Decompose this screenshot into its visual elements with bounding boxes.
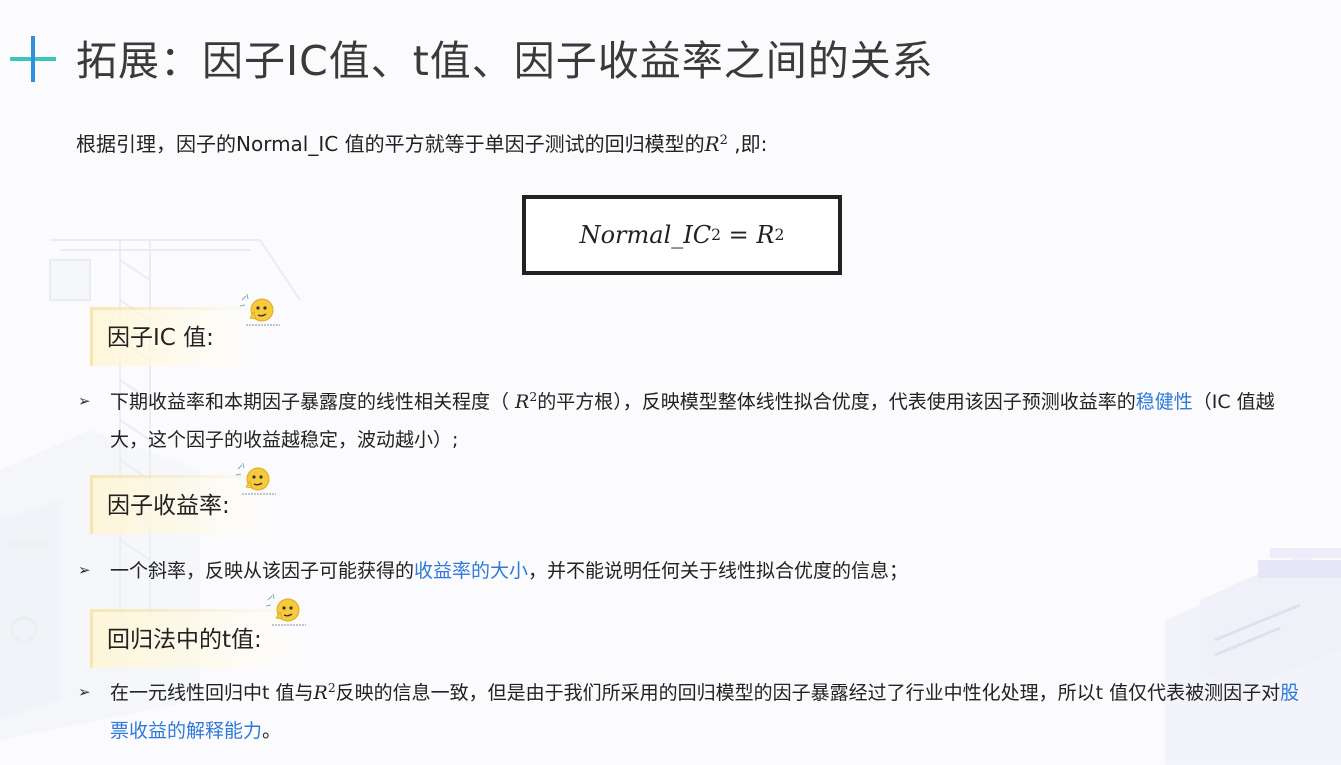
bullet-arrow-1: ➢	[78, 392, 91, 410]
bullet-text-part: 下期收益率和本期因子暴露度的线性相关程度（	[110, 391, 516, 413]
bullet-arrow-3: ➢	[78, 683, 91, 701]
formula-lhs: Normal_IC	[579, 221, 712, 249]
formula-equals: =	[721, 221, 757, 249]
bullet-text-part: 一个斜率，反映从该因子可能获得的	[110, 560, 415, 582]
bullet-text-part: 在一元线性回归中t 值与	[110, 682, 314, 704]
formula-box: Normal_IC 2 = R2	[522, 195, 842, 275]
r-symbol: R	[515, 391, 530, 413]
bullet-text-part: ，并不能说明任何关于线性拟合优度的信息；	[528, 560, 909, 582]
bullet-text-factor-return: 一个斜率，反映从该因子可能获得的收益率的大小，并不能说明任何关于线性拟合优度的信…	[110, 552, 1300, 590]
intro-text-body: 根据引理，因子的Normal_IC 值的平方就等于单因子测试的回归模型的	[76, 132, 705, 156]
r-exponent: 2	[327, 681, 336, 696]
intro-text: 根据引理，因子的Normal_IC 值的平方就等于单因子测试的回归模型的R2 ,…	[76, 128, 767, 160]
r-squared-symbol: R2	[515, 391, 537, 413]
r-symbol: R	[313, 682, 328, 704]
highlight-stability: 稳健性	[1135, 391, 1193, 413]
page-title: 拓展：因子IC值、t值、因子收益率之间的关系	[76, 37, 934, 85]
formula-rhs: R	[756, 221, 775, 249]
thinking-emoji-icon	[239, 293, 280, 326]
bullet-text-part: 。	[262, 720, 282, 742]
r-symbol: R	[704, 132, 720, 156]
bullet-text-part: 的平方根），反映模型整体线性拟合优度，代表使用该因子预测收益率的	[537, 391, 1136, 413]
r-squared-symbol: R2	[314, 682, 336, 704]
highlight-return-size: 收益率的大小	[414, 560, 529, 582]
r-squared-symbol: R2	[705, 132, 728, 156]
bullet-arrow-2: ➢	[78, 561, 91, 579]
thinking-emoji-icon	[235, 462, 276, 495]
section-label-ic: 因子IC 值:	[90, 307, 254, 366]
bullet-text-part: 反映的信息一致，但是由于我们所采用的回归模型的因子暴露经过了行业中性化处理，所以…	[335, 682, 1281, 704]
intro-tail: ,即:	[727, 132, 768, 156]
r-exponent: 2	[719, 132, 728, 148]
bullet-text-t-value: 在一元线性回归中t 值与R2反映的信息一致，但是由于我们所采用的回归模型的因子暴…	[110, 674, 1300, 750]
bullet-text-ic: 下期收益率和本期因子暴露度的线性相关程度（ R2的平方根），反映模型整体线性拟合…	[110, 383, 1300, 459]
plus-icon	[10, 36, 56, 82]
thinking-emoji-icon	[265, 593, 306, 626]
